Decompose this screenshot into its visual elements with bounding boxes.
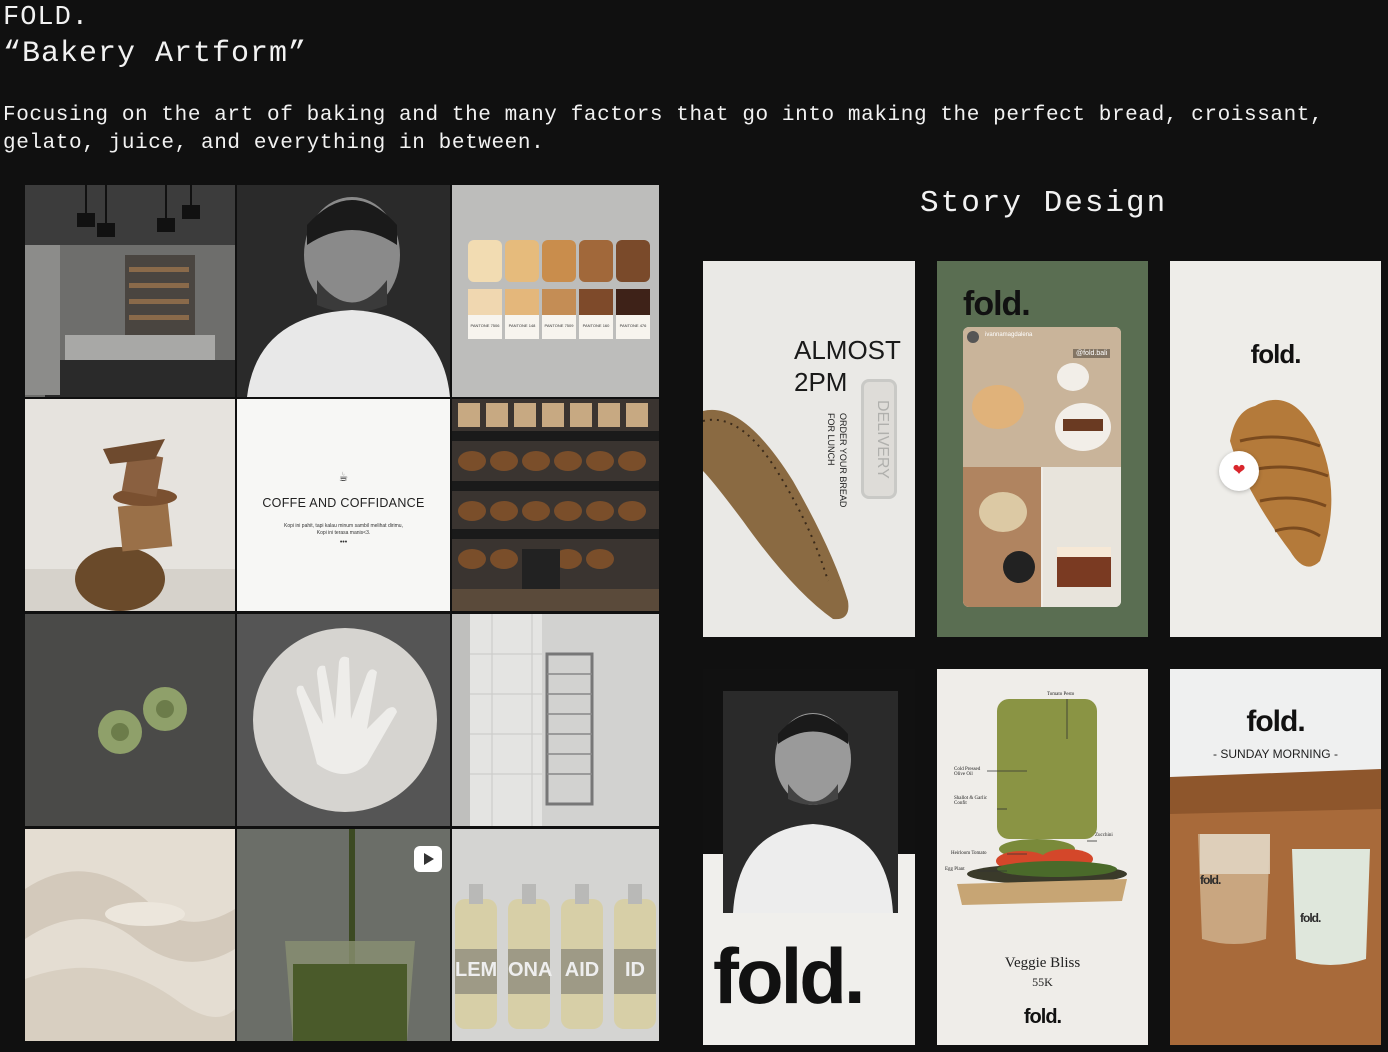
story-repost: fold. ivannamagdalena @fold.bali <box>937 261 1148 637</box>
ingredient-label: Zucchini <box>1095 833 1113 838</box>
description: Focusing on the art of baking and the ma… <box>3 104 1324 155</box>
story-headline: ALMOST <box>794 335 901 365</box>
fold-logo: fold. <box>1023 1006 1062 1028</box>
ingredient-label: Shallot & Garlic Confit <box>954 796 988 806</box>
green-juice-photo <box>237 829 450 1041</box>
story-croissant: fold. ❤ <box>1170 261 1381 637</box>
ingredient-label: Heirloom Tomato <box>951 851 987 856</box>
lemonade-bottles-photo: LEM ONA AID ID <box>452 829 659 1041</box>
story-almost-2pm: ALMOST 2PM FOR LUNCH ORDER YOUR BREAD DE… <box>703 261 915 637</box>
like-heart-icon[interactable]: ❤ <box>1219 451 1259 491</box>
brand-name: FOLD. <box>3 3 90 33</box>
pantone-label: PANTONE 7506 <box>470 323 500 328</box>
coffee-title: COFFE AND COFFIDANCE <box>262 496 425 510</box>
story-headline: 2PM <box>794 367 848 397</box>
juice-label: AID <box>564 959 600 981</box>
product-price: 55K <box>1032 975 1053 989</box>
reposted-post[interactable]: ivannamagdalena @fold.bali <box>963 327 1121 607</box>
toast-pantone-photo: PANTONE 7506 PANTONE 148 PANTONE 7509 PA… <box>452 185 659 397</box>
story-subtext: ORDER YOUR BREAD <box>838 413 848 508</box>
mention-tag: @fold.bali <box>1073 349 1111 358</box>
story-section-title: Story Design <box>920 186 1168 221</box>
kitchen-photo <box>25 185 235 397</box>
ingredient-label: Cold Pressed Olive Oil <box>954 767 981 777</box>
product-name: Veggie Bliss <box>1004 955 1081 971</box>
fold-logo: fold. <box>1246 705 1305 738</box>
juice-label: LEM <box>455 959 498 981</box>
pantone-label: PANTONE 148 <box>508 323 536 328</box>
juice-label: ID <box>625 959 645 981</box>
ingredient-label: Tomato Pesto <box>1047 692 1075 697</box>
delivery-sticker[interactable]: DELIVERY <box>861 379 897 499</box>
fold-logo: fold. <box>713 932 866 1020</box>
tagline: “Bakery Artform” <box>3 37 308 71</box>
fold-logo: fold. <box>963 285 1031 323</box>
tiled-wall-rack-photo <box>452 614 659 826</box>
reposted-username: ivannamagdalena <box>985 332 1033 338</box>
pantone-label: PANTONE 476 <box>619 323 647 328</box>
coffee-caption: Kopi ini pahit, tapi kalau minum sambil … <box>284 523 403 529</box>
chef-portrait-photo <box>237 185 450 397</box>
stacked-bread-photo <box>25 399 235 611</box>
story-veggie-bliss: Tomato Pesto Cold Pressed Olive Oil Shal… <box>937 669 1148 1045</box>
pantone-label: PANTONE 160 <box>582 323 610 328</box>
ingredient-label: Egg Plant <box>945 867 965 872</box>
coffee-caption: Kopi ini terasa manis<3. <box>316 530 371 536</box>
green-pasta-photo <box>25 614 235 826</box>
avatar <box>967 331 979 343</box>
pantone-label: PANTONE 7509 <box>544 323 574 328</box>
story-subtext: FOR LUNCH <box>826 413 836 466</box>
whipped-cream-photo <box>25 829 235 1041</box>
juice-label: ONA <box>508 959 553 981</box>
coffee-post-card: ☕ COFFE AND COFFIDANCE Kopi ini pahit, t… <box>237 399 450 611</box>
flour-handprint-photo <box>237 614 450 826</box>
story-sunday-morning: fold. - SUNDAY MORNING - fold. fold. <box>1170 669 1381 1045</box>
bread-shelves-photo <box>452 399 659 611</box>
story-subtitle: - SUNDAY MORNING - <box>1213 747 1338 761</box>
story-chef: fold. <box>703 669 915 1045</box>
cup-logo: fold. <box>1300 911 1321 925</box>
cup-logo: fold. <box>1200 873 1221 887</box>
coffee-cup-icon: ☕ <box>339 470 348 486</box>
more-dots: ••• <box>339 539 348 546</box>
